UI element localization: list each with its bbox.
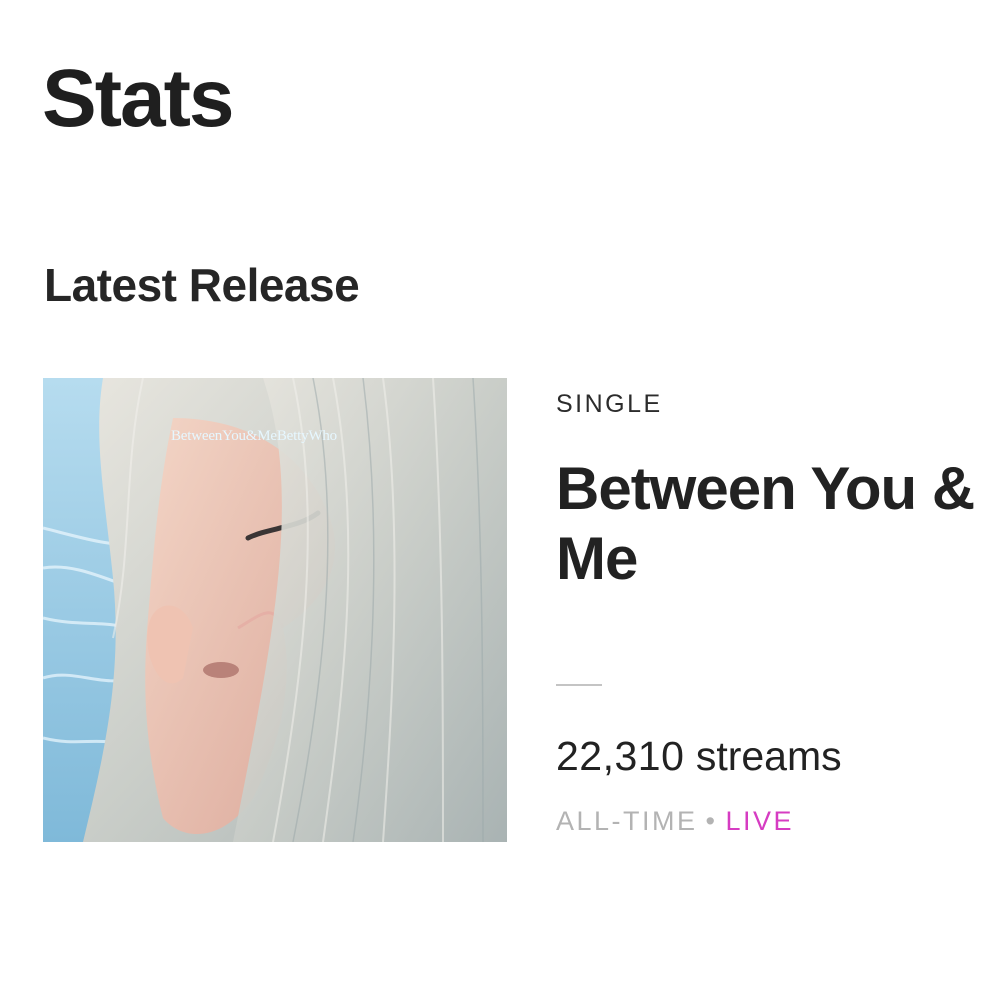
live-status-badge: LIVE [725, 806, 795, 836]
stream-count-unit: streams [695, 733, 842, 779]
cover-photo [43, 378, 507, 842]
stream-count: 22,310 streams [556, 736, 842, 777]
release-title[interactable]: Between You & Me [556, 454, 976, 594]
meta-separator: • [705, 806, 718, 836]
page-title: Stats [42, 53, 235, 144]
latest-release-card[interactable]: BetweenYou&MeBettyWho SINGLE Between You… [0, 378, 986, 848]
latest-release-heading: Latest Release [44, 259, 360, 311]
divider [556, 684, 602, 686]
album-cover-art[interactable]: BetweenYou&MeBettyWho [43, 378, 507, 842]
stream-count-value: 22,310 [556, 733, 685, 779]
release-type-label: SINGLE [556, 390, 663, 418]
stream-meta: ALL-TIME • LIVE [556, 808, 794, 835]
stream-period: ALL-TIME [556, 806, 698, 836]
cover-title-text: BetweenYou&MeBettyWho [171, 428, 337, 444]
